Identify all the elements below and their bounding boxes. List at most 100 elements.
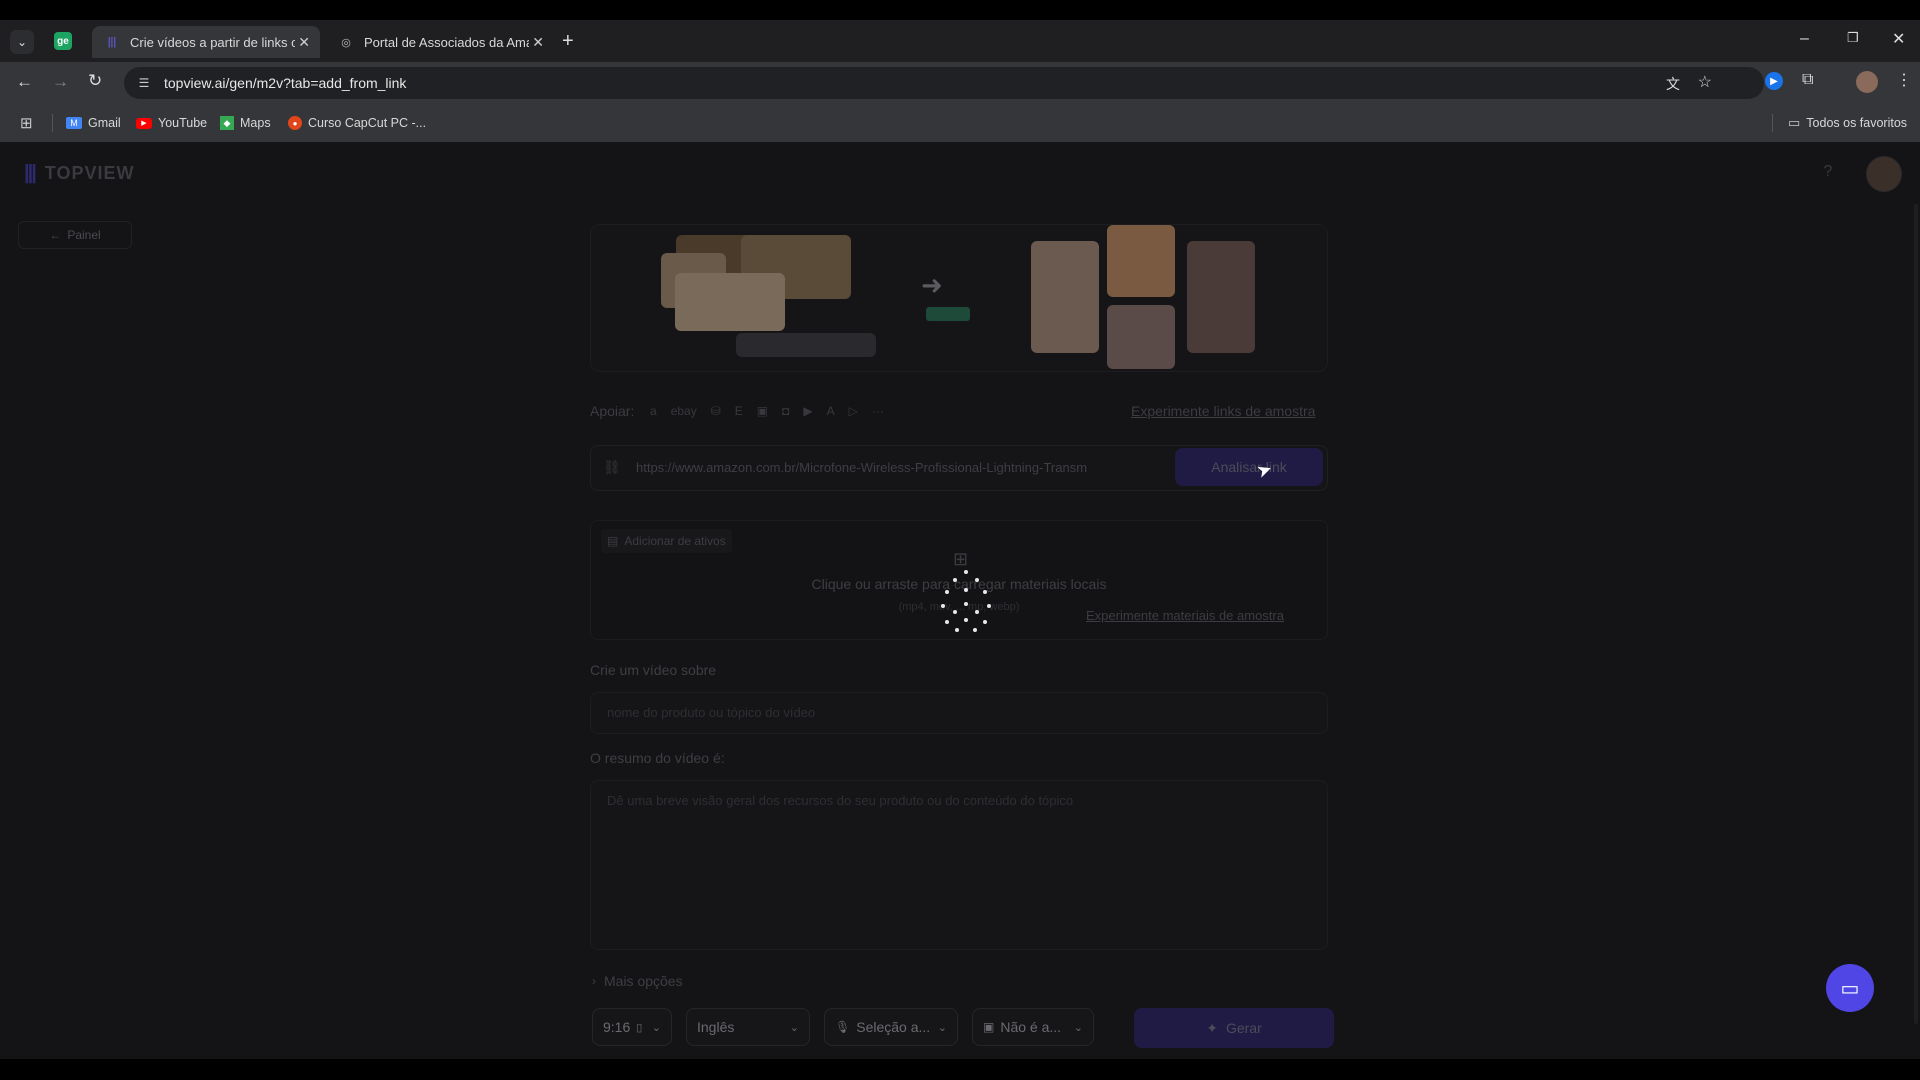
help-icon[interactable]: ?: [1818, 162, 1838, 182]
bookmark-youtube[interactable]: ▶ YouTube: [136, 113, 207, 133]
analyze-link-button[interactable]: Analisar link: [1175, 448, 1323, 486]
link-input[interactable]: https://www.amazon.com.br/Microfone-Wire…: [636, 460, 1156, 475]
back-to-dashboard-button[interactable]: ← Painel: [18, 221, 132, 249]
more-icon: ···: [871, 404, 884, 418]
banner-thumbnail: [1031, 241, 1099, 353]
banner-thumbnail: [675, 273, 785, 331]
sample-links-link[interactable]: Experimente links de amostra: [1131, 403, 1315, 419]
avatar-value: Não é a...: [1000, 1019, 1062, 1035]
bookmark-maps[interactable]: ◆ Maps: [220, 113, 271, 133]
more-options-label: Mais opções: [604, 973, 683, 989]
banner-badge: [926, 307, 970, 321]
bag-icon: ◘: [782, 404, 790, 418]
browser-menu-icon[interactable]: ⋮: [1896, 70, 1912, 90]
maps-icon: ◆: [220, 116, 234, 130]
etsy-icon: E: [734, 404, 743, 418]
globe-favicon-icon: ◎: [341, 36, 351, 49]
youtube-icon: ▶: [136, 117, 152, 129]
generate-label: Gerar: [1225, 1020, 1262, 1036]
profile-avatar[interactable]: [1856, 71, 1878, 93]
extensions-puzzle-icon[interactable]: ⧉: [1802, 71, 1813, 89]
sample-materials-link[interactable]: Experimente materiais de amostra: [1086, 608, 1284, 623]
chevron-down-icon: ⌄: [651, 1021, 661, 1034]
back-label: Painel: [67, 228, 101, 242]
sparkle-icon: ✦: [1206, 1019, 1218, 1036]
forward-icon[interactable]: →: [52, 72, 69, 92]
tab-topview[interactable]: ||| Crie vídeos a partir de links ou ✕: [92, 26, 320, 58]
tab-search-chevron-icon[interactable]: ⌄: [10, 30, 34, 54]
bookmarks-bar: ⊞ M Gmail ▶ YouTube ◆ Maps ● Curso CapCu…: [0, 104, 1920, 143]
voice-value: Seleção a...: [856, 1019, 931, 1035]
portrait-icon: ▯: [636, 1021, 643, 1034]
translate-icon[interactable]: 文: [1666, 74, 1680, 94]
bookmark-label: Gmail: [88, 116, 121, 130]
minimize-icon[interactable]: –: [1800, 30, 1809, 48]
brand-logo[interactable]: ||| TOPVIEW: [24, 162, 134, 185]
reload-icon[interactable]: ↻: [88, 71, 102, 91]
bookmark-star-icon[interactable]: ☆: [1698, 72, 1712, 92]
banner-thumbnail: [1187, 241, 1255, 353]
bookmark-capcut[interactable]: ● Curso CapCut PC -...: [288, 113, 426, 133]
arrow-left-icon: ←: [49, 228, 62, 242]
banner-caption-bar: [736, 333, 876, 357]
close-tab-icon[interactable]: ✕: [532, 34, 544, 51]
video-about-label: Crie um vídeo sobre: [590, 662, 717, 678]
banner-thumbnail: [1107, 305, 1175, 369]
loading-spinner-icon: [931, 566, 1001, 646]
scrollbar[interactable]: [1914, 204, 1918, 1024]
restore-icon[interactable]: ❐: [1847, 30, 1859, 46]
add-assets-label: Adicionar de ativos: [624, 534, 726, 548]
url-text: topview.ai/gen/m2v?tab=add_from_link: [164, 75, 407, 91]
supported-platforms-label: Apoiar:: [590, 403, 635, 419]
avatar-select[interactable]: ▣ Não é a... ⌄: [972, 1008, 1094, 1046]
video-about-input[interactable]: nome do produto ou tópico do vídeo: [590, 692, 1328, 734]
bookmark-label: Todos os favoritos: [1806, 116, 1908, 130]
asset-icon: ▤: [607, 534, 619, 548]
banner-thumbnail: [1107, 225, 1175, 297]
chat-icon: ▭: [1840, 977, 1860, 1000]
site-info-icon[interactable]: ☰: [130, 76, 158, 90]
summary-textarea[interactable]: Dê uma breve visão geral dos recursos do…: [590, 780, 1328, 950]
chevron-down-icon: ⌄: [789, 1021, 799, 1034]
pinned-tab-icon[interactable]: ge: [54, 32, 72, 50]
tab-title: Portal de Associados da Amazo: [364, 34, 529, 50]
tab-amazon-associates[interactable]: ◎ Portal de Associados da Amazo ✕: [326, 26, 554, 58]
voice-select[interactable]: 🎙 Seleção a... ⌄: [824, 1008, 958, 1046]
brand-name: TOPVIEW: [44, 163, 135, 183]
video-about-placeholder: nome do produto ou tópico do vídeo: [607, 705, 816, 720]
amazon-icon: a: [650, 404, 657, 418]
generate-button[interactable]: ✦ Gerar: [1134, 1008, 1334, 1048]
extension-icon[interactable]: ▶: [1765, 72, 1783, 90]
add-from-assets-button[interactable]: ▤ Adicionar de ativos: [601, 529, 732, 553]
appstore-icon: A: [826, 404, 835, 418]
supported-platforms-icons: a ebay ⛁ E ▣ ◘ ▶ A ▷ ···: [650, 404, 884, 418]
browser-tab-bar: ⌄ ge ||| Crie vídeos a partir de links o…: [0, 20, 1920, 62]
topview-favicon-icon: |||: [107, 36, 117, 48]
summary-placeholder: Dê uma breve visão geral dos recursos do…: [607, 793, 1074, 808]
link-input-box: ⛓ https://www.amazon.com.br/Microfone-Wi…: [590, 445, 1328, 491]
all-bookmarks-folder[interactable]: ▭ Todos os favoritos: [1788, 113, 1907, 133]
folder-icon: ▭: [1788, 115, 1801, 130]
chat-support-button[interactable]: ▭: [1826, 964, 1874, 1012]
user-avatar[interactable]: [1866, 156, 1902, 192]
link-icon: ⛓: [603, 459, 621, 475]
new-tab-icon[interactable]: +: [562, 31, 574, 51]
aspect-ratio-select[interactable]: 9:16 ▯ ⌄: [592, 1008, 672, 1046]
bookmark-label: YouTube: [158, 116, 208, 130]
store-icon: ▣: [756, 404, 769, 418]
tab-title: Crie vídeos a partir de links ou: [130, 34, 295, 50]
back-icon[interactable]: ←: [16, 72, 33, 92]
language-select[interactable]: Inglês ⌄: [686, 1008, 810, 1046]
browser-toolbar: ← → ↻ ☰ topview.ai/gen/m2v?tab=add_from_…: [0, 62, 1920, 104]
address-bar[interactable]: ☰ topview.ai/gen/m2v?tab=add_from_link 文…: [124, 67, 1764, 99]
close-window-icon[interactable]: ✕: [1892, 29, 1905, 49]
person-icon: ▣: [983, 1020, 995, 1034]
chevron-right-icon: ›: [592, 974, 596, 988]
shopify-icon: ⛁: [710, 404, 721, 418]
bookmark-gmail[interactable]: M Gmail: [66, 113, 121, 133]
apps-grid-icon[interactable]: ⊞: [20, 114, 33, 132]
more-options-toggle[interactable]: › Mais opções: [592, 973, 683, 989]
close-tab-icon[interactable]: ✕: [298, 34, 310, 51]
play-store-icon: ▷: [848, 404, 858, 418]
upload-area[interactable]: ▤ Adicionar de ativos ⊞ Clique ou arrast…: [590, 520, 1328, 640]
